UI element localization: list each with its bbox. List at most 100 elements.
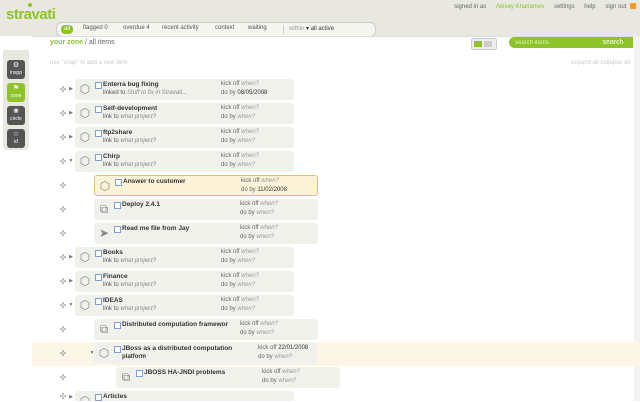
do-by-value[interactable]: 08/05/2008 (237, 90, 267, 96)
do-by[interactable]: do by when? (221, 258, 255, 264)
drag-handle-icon[interactable]: ✣ (59, 254, 67, 262)
task-card[interactable]: ⬡ Chirp link to what project? kick off w… (75, 151, 294, 172)
tab-recent-activity[interactable]: recent activity (162, 25, 199, 31)
task-title[interactable]: JBoss as a distributed computation (122, 345, 232, 352)
task-title[interactable]: Chirp (103, 153, 120, 160)
drag-handle-icon[interactable]: ✣ (59, 86, 67, 94)
do-by[interactable]: do by when? (221, 306, 255, 312)
task-checkbox[interactable] (95, 106, 102, 113)
task-checkbox[interactable] (95, 394, 102, 401)
kick-off-value[interactable]: 22/01/2008 (278, 345, 308, 351)
task-title[interactable]: JBOSS HA-JNDI problems (144, 369, 225, 376)
expand-arrow-icon[interactable]: ▶ (68, 278, 74, 284)
do-by-value[interactable]: 11/02/2008 (257, 187, 287, 193)
drag-handle-icon[interactable]: ✣ (59, 110, 67, 118)
link-target[interactable]: what project? (120, 162, 156, 168)
do-by-value[interactable]: when? (256, 210, 274, 216)
expand-arrow-icon[interactable]: ▶ (68, 110, 74, 116)
task-title[interactable]: Read me file from Jay (122, 225, 189, 232)
do-by-value[interactable]: when? (237, 138, 255, 144)
expand-arrow-icon[interactable]: ▶ (68, 254, 74, 260)
link-target[interactable]: Stuff to fix in Stravati... (127, 90, 187, 96)
collapse-all-link[interactable]: collapse all (600, 60, 630, 66)
kick-off-value[interactable]: when? (260, 321, 278, 327)
tab-flagged[interactable]: flagged 0 (83, 25, 108, 31)
kick-off[interactable]: kick off when? (240, 201, 278, 207)
task-checkbox[interactable] (114, 202, 121, 209)
task-checkbox[interactable] (95, 298, 102, 305)
task-link[interactable]: link to what project? (103, 114, 156, 120)
task-checkbox[interactable] (95, 250, 102, 257)
app-logo[interactable]: stravati (6, 6, 56, 23)
search-input[interactable] (509, 37, 593, 48)
kick-off-value[interactable]: when? (241, 129, 259, 135)
tab-overdue[interactable]: overdue 4 (123, 25, 150, 31)
task-card[interactable]: ➤ Read me file from Jay kick off when? d… (94, 223, 318, 244)
do-by-value[interactable]: when? (237, 258, 255, 264)
kick-off[interactable]: kick off 22/01/2008 (258, 345, 308, 351)
task-card[interactable]: ⬡ Finance link to what project? kick off… (75, 271, 294, 292)
task-title[interactable]: Self-development (103, 105, 157, 112)
task-checkbox[interactable] (95, 82, 102, 89)
do-by[interactable]: do by 11/02/2008 (241, 187, 287, 193)
task-link[interactable]: link to what project? (103, 306, 156, 312)
search-button[interactable]: search (593, 37, 633, 48)
link-target[interactable]: what project? (120, 306, 156, 312)
drag-handle-icon[interactable]: ✣ (59, 350, 67, 358)
drag-handle-icon[interactable]: ✣ (59, 302, 67, 310)
link-target[interactable]: what project? (120, 258, 156, 264)
kick-off-value[interactable]: when? (282, 369, 300, 375)
task-title[interactable]: IDEAS (103, 297, 123, 304)
kick-off-value[interactable]: when? (241, 81, 259, 87)
do-by-value[interactable]: when? (237, 306, 255, 312)
do-by-value[interactable]: when? (256, 330, 274, 336)
do-by[interactable]: do by when? (258, 354, 292, 360)
kick-off[interactable]: kick off when? (221, 273, 259, 279)
view-toggle[interactable] (471, 38, 497, 50)
task-checkbox[interactable] (95, 154, 102, 161)
tab-all[interactable]: all (61, 25, 73, 34)
task-checkbox[interactable] (95, 274, 102, 281)
kick-off[interactable]: kick off when? (262, 369, 300, 375)
list-view-icon[interactable] (474, 41, 482, 47)
do-by[interactable]: do by when? (221, 138, 255, 144)
kick-off-value[interactable]: when? (261, 178, 279, 184)
task-card[interactable]: ⬡ Enterra bug fixing linked to Stuff to … (75, 79, 294, 100)
task-title[interactable]: Books (103, 249, 123, 256)
sidebar-item-inspp[interactable]: ⚙ inspp (7, 60, 25, 79)
do-by[interactable]: do by 08/05/2008 (221, 90, 267, 96)
task-title[interactable]: Finance (103, 273, 128, 280)
task-checkbox[interactable] (114, 322, 121, 329)
link-target[interactable]: what project? (120, 282, 156, 288)
task-title[interactable]: Enterra bug fixing (103, 81, 159, 88)
do-by[interactable]: do by when? (262, 378, 296, 384)
within-filter[interactable]: within ▾ all active (289, 25, 334, 32)
kick-off[interactable]: kick off when? (221, 297, 259, 303)
kick-off[interactable]: kick off when? (241, 178, 279, 184)
task-link[interactable]: link to what project? (103, 138, 156, 144)
kick-off-value[interactable]: when? (241, 105, 259, 111)
task-title[interactable]: Articles (103, 393, 127, 400)
drag-handle-icon[interactable]: ✣ (59, 134, 67, 142)
do-by-value[interactable]: when? (256, 234, 274, 240)
kick-off[interactable]: kick off when? (221, 249, 259, 255)
expand-arrow-icon[interactable]: ▶ (68, 394, 74, 400)
settings-link[interactable]: settings (554, 4, 575, 10)
task-title[interactable]: ftp2share (103, 129, 132, 136)
drag-handle-icon[interactable]: ✣ (59, 158, 67, 166)
sidebar-item-circle[interactable]: ❀ circle (7, 106, 25, 125)
do-by[interactable]: do by when? (221, 282, 255, 288)
do-by-value[interactable]: when? (274, 354, 292, 360)
breadcrumb-zone[interactable]: your zone (50, 39, 83, 46)
expand-all-link[interactable]: expand all (571, 60, 598, 66)
kick-off[interactable]: kick off when? (240, 225, 278, 231)
do-by-value[interactable]: when? (278, 378, 296, 384)
task-card[interactable]: ⬡ JBoss as a distributed computation pla… (94, 343, 318, 364)
task-link[interactable]: link to what project? (103, 162, 156, 168)
kick-off-value[interactable]: when? (260, 225, 278, 231)
link-target[interactable]: what project? (120, 138, 156, 144)
sign-out-link[interactable]: sign out (605, 4, 626, 10)
kick-off[interactable]: kick off when? (221, 153, 259, 159)
task-checkbox[interactable] (114, 346, 121, 353)
kick-off[interactable]: kick off when? (221, 81, 259, 87)
